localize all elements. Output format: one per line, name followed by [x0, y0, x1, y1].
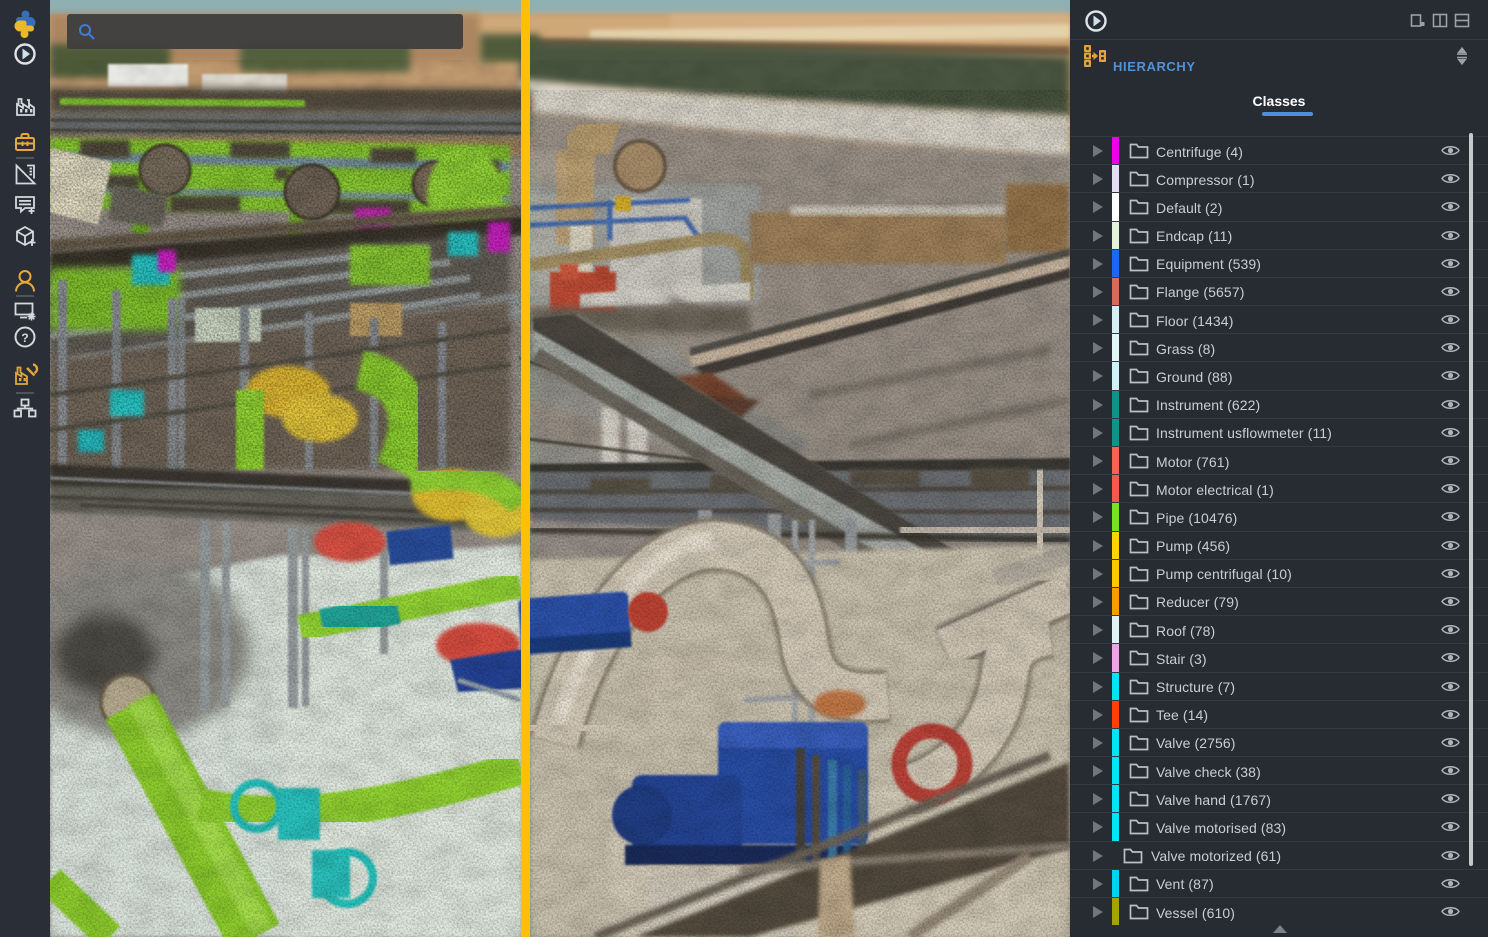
svg-text:?: ?	[21, 331, 28, 345]
